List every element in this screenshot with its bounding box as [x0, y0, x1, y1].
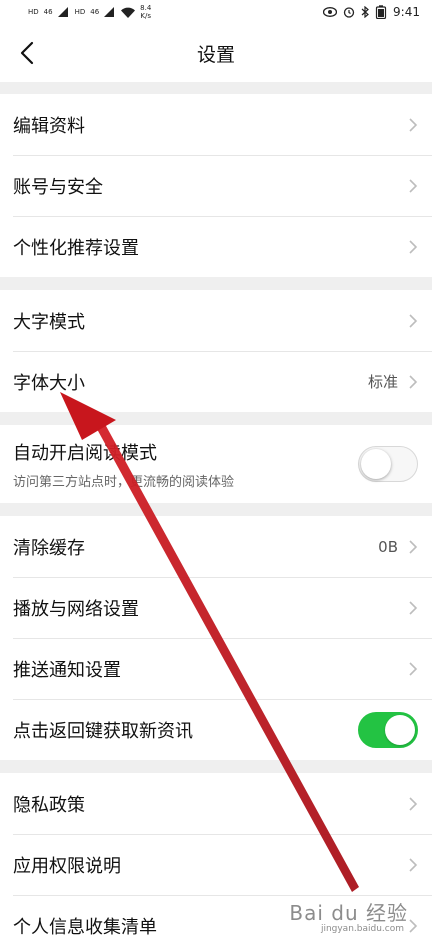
row-text: 自动开启阅读模式 访问第三方站点时，更流畅的阅读体验 [13, 439, 234, 490]
row-label: 字体大小 [13, 372, 85, 394]
page-title: 设置 [196, 43, 235, 66]
row-clear-cache[interactable]: 清除缓存 0B [0, 516, 432, 577]
wifi-icon [121, 7, 136, 18]
row-label: 播放与网络设置 [13, 598, 139, 620]
auto-reading-toggle[interactable] [358, 446, 418, 482]
watermark-url: jingyan.baidu.com [320, 924, 404, 934]
row-account-security[interactable]: 账号与安全 [0, 155, 432, 216]
chevron-right-icon [409, 796, 418, 811]
battery-icon [375, 5, 387, 19]
row-auto-reading-mode: 自动开启阅读模式 访问第三方站点时，更流畅的阅读体验 [0, 425, 432, 503]
signal-label: 46 [43, 8, 53, 16]
back-arrow-icon [20, 41, 34, 65]
row-label: 点击返回键获取新资讯 [13, 720, 193, 742]
baidu-jingyan-watermark: Bai du 经验 jingyan.baidu.com [289, 897, 408, 934]
row-label: 大字模式 [13, 311, 85, 333]
row-large-font-mode[interactable]: 大字模式 [0, 290, 432, 351]
row-app-permissions[interactable]: 应用权限说明 [0, 834, 432, 895]
chevron-right-icon [409, 117, 418, 132]
row-label: 清除缓存 [13, 537, 85, 559]
row-push-notification[interactable]: 推送通知设置 [0, 638, 432, 699]
row-back-key-refresh: 点击返回键获取新资讯 [0, 699, 432, 760]
row-label: 自动开启阅读模式 [13, 442, 157, 464]
cache-size-value: 0B [378, 537, 398, 556]
hd-badge: HD [28, 8, 39, 16]
settings-group-profile: 编辑资料 账号与安全 个性化推荐设置 [0, 94, 432, 277]
chevron-right-icon [409, 857, 418, 872]
row-right: 0B [378, 538, 418, 556]
chevron-right-icon [409, 539, 418, 554]
row-label: 个性化推荐设置 [13, 237, 139, 259]
status-right: 9:41 [323, 5, 420, 19]
group-divider [0, 277, 432, 290]
signal-icon [57, 7, 68, 17]
watermark-brand: Bai du 经验 [289, 901, 408, 925]
row-label: 隐私政策 [13, 794, 85, 816]
net-speed-value: 8.4 [140, 4, 152, 12]
row-playback-network[interactable]: 播放与网络设置 [0, 577, 432, 638]
eye-icon [323, 7, 338, 17]
status-left: HD 46 HD 46 8.4 K/s [28, 4, 151, 20]
signal-icon-2 [104, 7, 115, 17]
hd-badge-2: HD [74, 8, 86, 16]
group-divider [0, 760, 432, 773]
row-personalized-recommendation[interactable]: 个性化推荐设置 [0, 216, 432, 277]
chevron-right-icon [409, 178, 418, 193]
settings-group-reading: 自动开启阅读模式 访问第三方站点时，更流畅的阅读体验 [0, 425, 432, 503]
chevron-right-icon [409, 600, 418, 615]
row-label: 应用权限说明 [13, 855, 121, 877]
toggle-knob [361, 449, 391, 479]
alarm-icon [343, 7, 355, 18]
row-font-size[interactable]: 字体大小 标准 [0, 351, 432, 412]
chevron-right-icon [409, 918, 418, 933]
group-divider [0, 412, 432, 425]
chevron-right-icon [409, 313, 418, 328]
signal-label-2: 46 [90, 8, 100, 16]
clock-time: 9:41 [393, 5, 420, 19]
settings-group-display: 大字模式 字体大小 标准 [0, 290, 432, 412]
chevron-right-icon [409, 661, 418, 676]
toggle-knob [385, 714, 415, 745]
nav-bar: 设置 [0, 24, 432, 82]
net-speed-unit: K/s [140, 12, 152, 20]
font-size-value: 标准 [367, 373, 398, 391]
back-button[interactable] [10, 36, 44, 70]
row-label: 个人信息收集清单 [13, 916, 157, 938]
group-divider [0, 503, 432, 516]
settings-group-general: 清除缓存 0B 播放与网络设置 推送通知设置 点击返回键获取新资讯 [0, 516, 432, 760]
group-divider [0, 82, 432, 94]
row-right: 标准 [368, 371, 418, 392]
row-privacy-policy[interactable]: 隐私政策 [0, 773, 432, 834]
row-edit-profile[interactable]: 编辑资料 [0, 94, 432, 155]
net-speed: 8.4 K/s [140, 4, 151, 20]
chevron-right-icon [409, 239, 418, 254]
row-label: 推送通知设置 [13, 659, 121, 681]
status-bar: HD 46 HD 46 8.4 K/s 9:41 [0, 0, 432, 24]
bluetooth-icon [361, 6, 369, 18]
back-key-refresh-toggle[interactable] [358, 711, 418, 748]
chevron-right-icon [409, 374, 418, 389]
row-label: 账号与安全 [13, 176, 103, 198]
row-subtitle: 访问第三方站点时，更流畅的阅读体验 [13, 474, 235, 490]
row-label: 编辑资料 [13, 115, 85, 137]
